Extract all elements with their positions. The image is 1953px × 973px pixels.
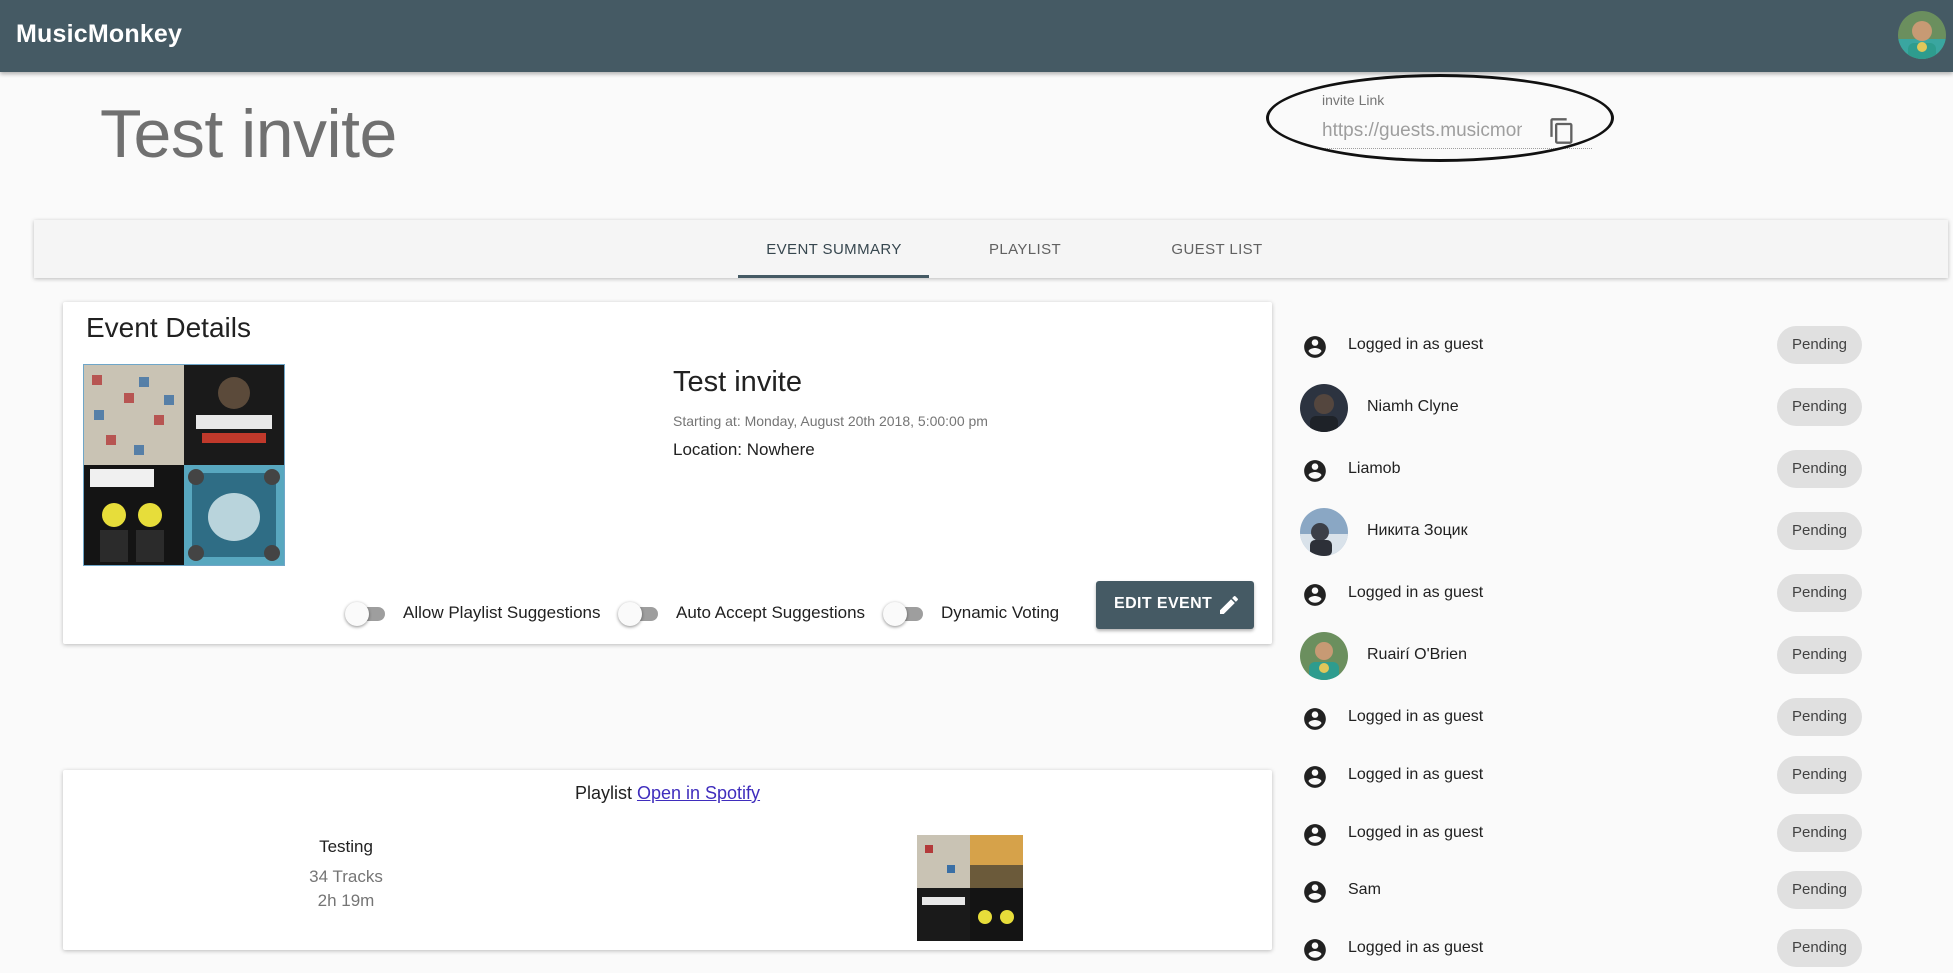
playlist-cover-art (917, 835, 1023, 941)
guest-row: Niamh Clyne Pending (1300, 384, 1865, 432)
guest-row: Liamob Pending (1300, 446, 1865, 494)
guest-row: Logged in as guest Pending (1300, 570, 1865, 618)
guest-row: Logged in as guest Pending (1300, 810, 1865, 858)
status-chip: Pending (1777, 388, 1862, 426)
app-bar: MusicMonkey (0, 0, 1953, 72)
person-icon (1302, 458, 1328, 484)
user-avatar[interactable] (1898, 11, 1946, 59)
person-icon (1302, 764, 1328, 790)
guest-row: Logged in as guest Pending (1300, 694, 1865, 742)
playlist-name: Testing (319, 837, 373, 856)
status-chip: Pending (1777, 871, 1862, 909)
event-location: Location: Nowhere (673, 440, 815, 459)
person-icon (1302, 937, 1328, 963)
guest-row: Logged in as guest Pending (1300, 925, 1865, 973)
guest-name: Ruairí O'Brien (1367, 646, 1467, 663)
toggle-label: Auto Accept Suggestions (676, 603, 866, 622)
toggle-label: Dynamic Voting (941, 603, 1060, 622)
playlist-track-count: 34 Tracks (309, 867, 383, 886)
guest-row: Ruairí O'Brien Pending (1300, 632, 1865, 680)
open-in-spotify-link[interactable]: Open in Spotify (637, 783, 760, 803)
status-chip: Pending (1777, 756, 1862, 794)
status-chip: Pending (1777, 814, 1862, 852)
tab-playlist[interactable]: PLAYLIST (929, 220, 1121, 278)
guest-row: Logged in as guest Pending (1300, 752, 1865, 800)
tab-guest-list[interactable]: GUEST LIST (1121, 220, 1313, 278)
playlist-card: Playlist Open in Spotify Testing 34 Trac… (63, 770, 1272, 950)
status-chip: Pending (1777, 929, 1862, 967)
guest-name: Logged in as guest (1348, 584, 1484, 601)
toggle-thumb[interactable] (618, 602, 642, 626)
app-title[interactable]: MusicMonkey (16, 20, 182, 49)
event-details-card: Event Details Test invite Starting at: M… (63, 302, 1272, 644)
guest-avatar (1300, 508, 1348, 556)
event-start-time: Starting at: Monday, August 20th 2018, 5… (673, 413, 988, 429)
tab-indicator (738, 275, 929, 278)
guest-name: Logged in as guest (1348, 708, 1484, 725)
guest-name: Liamob (1348, 460, 1401, 477)
status-chip: Pending (1777, 512, 1862, 550)
status-chip: Pending (1777, 326, 1862, 364)
event-name: Test invite (673, 366, 802, 398)
edit-event-label: EDIT EVENT (1114, 595, 1213, 612)
event-details-heading: Event Details (86, 312, 251, 343)
guest-row: Sam Pending (1300, 867, 1865, 915)
toggle-thumb[interactable] (883, 602, 907, 626)
person-icon (1302, 582, 1328, 608)
person-icon (1302, 822, 1328, 848)
guest-name: Logged in as guest (1348, 824, 1484, 841)
guest-name: Никита Зоцик (1367, 522, 1468, 539)
guest-name: Logged in as guest (1348, 766, 1484, 783)
playlist-header-label: Playlist (574, 783, 632, 803)
guest-name: Logged in as guest (1348, 939, 1484, 956)
guest-row: Никита Зоцик Pending (1300, 508, 1865, 556)
toggle-label: Allow Playlist Suggestions (403, 603, 601, 622)
tab-event-summary[interactable]: EVENT SUMMARY (738, 220, 930, 278)
highlight-ellipse (1266, 74, 1614, 162)
tab-bar: EVENT SUMMARY PLAYLIST GUEST LIST (34, 220, 1948, 278)
toggle-thumb[interactable] (345, 602, 369, 626)
person-icon (1302, 706, 1328, 732)
guest-name: Niamh Clyne (1367, 398, 1459, 415)
status-chip: Pending (1777, 698, 1862, 736)
guest-avatar (1300, 384, 1348, 432)
playlist-header: Playlist Open in Spotify (63, 783, 1272, 804)
person-icon (1302, 879, 1328, 905)
page-title: Test invite (100, 96, 397, 172)
playlist-duration: 2h 19m (317, 891, 375, 910)
guest-avatar (1300, 632, 1348, 680)
edit-event-button[interactable]: EDIT EVENT (1096, 581, 1254, 629)
status-chip: Pending (1777, 636, 1862, 674)
person-icon (1302, 334, 1328, 360)
pencil-icon (1217, 593, 1241, 617)
guest-name: Sam (1348, 881, 1381, 898)
guest-row: Logged in as guest Pending (1300, 322, 1865, 370)
event-album-art (83, 364, 285, 566)
status-chip: Pending (1777, 574, 1862, 612)
guest-name: Logged in as guest (1348, 336, 1484, 353)
status-chip: Pending (1777, 450, 1862, 488)
